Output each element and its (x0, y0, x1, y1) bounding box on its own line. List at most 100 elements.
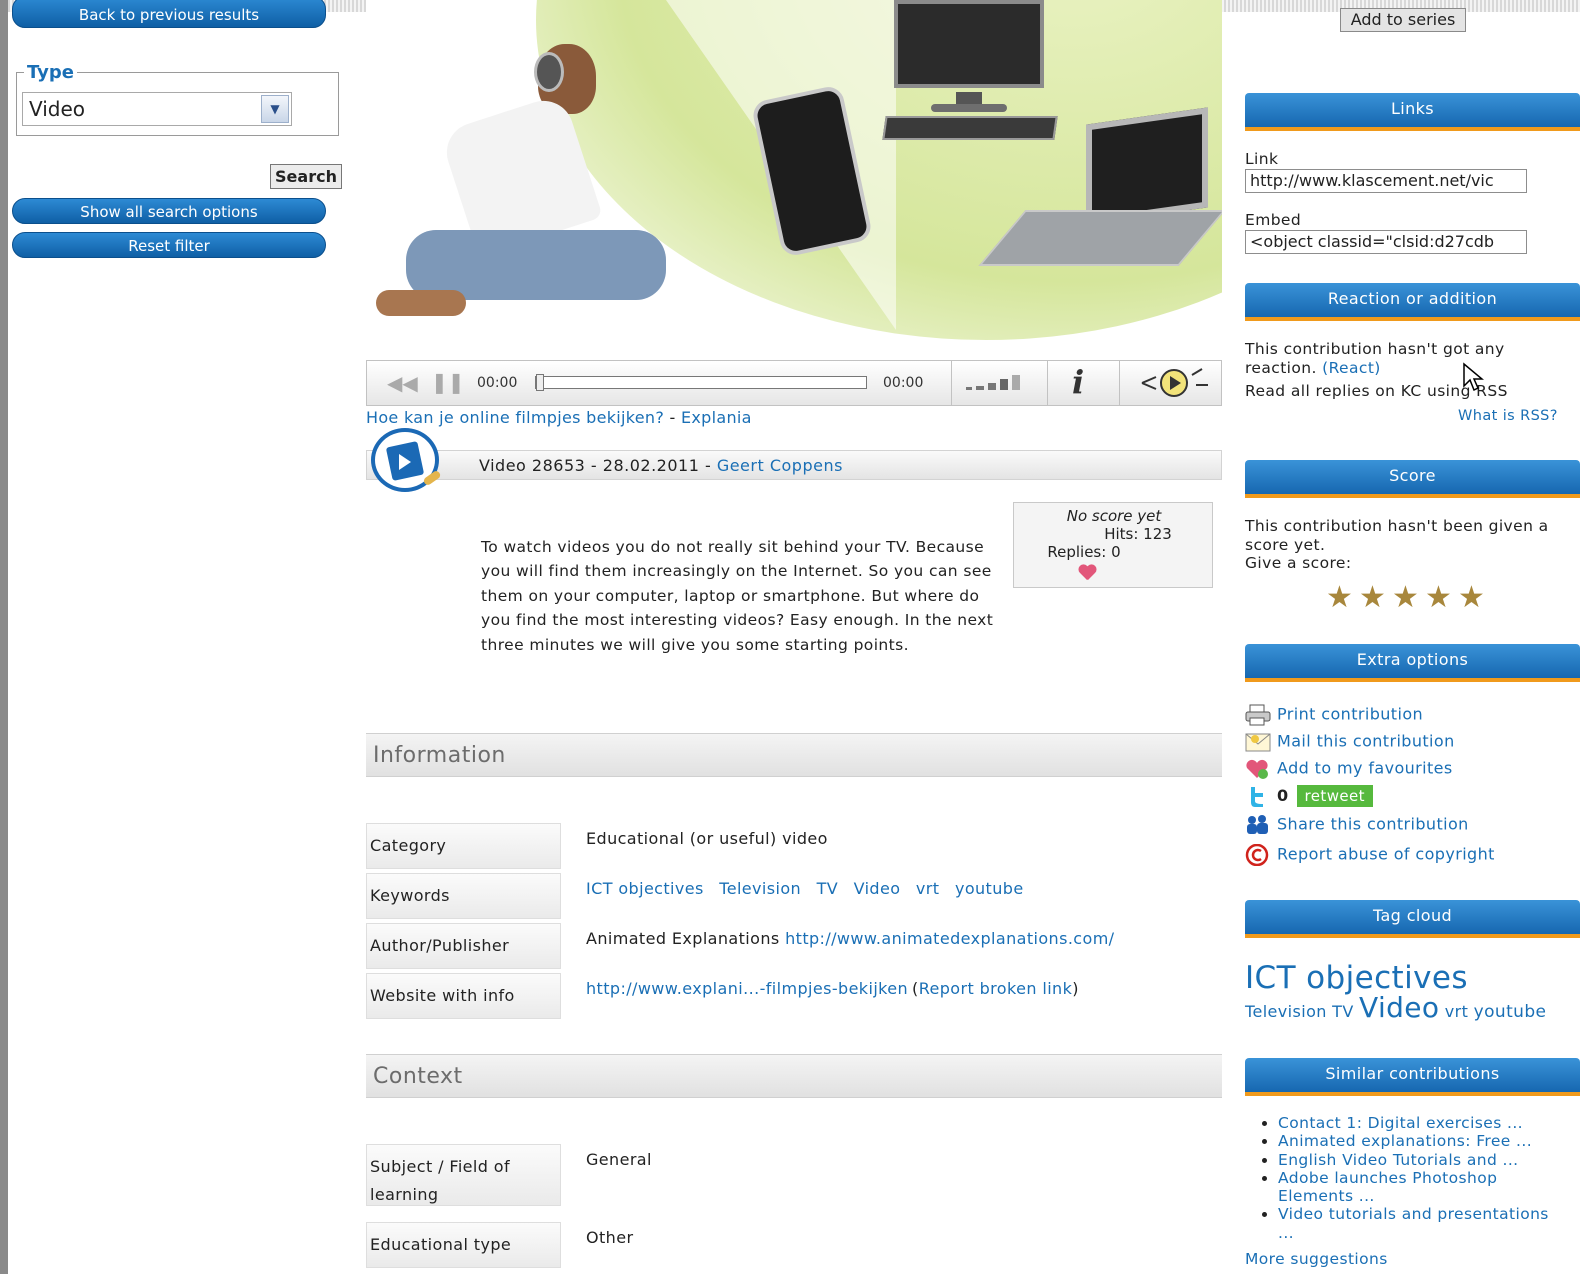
tag-cloud-heading: Tag cloud (1245, 900, 1580, 938)
tag-vrt[interactable]: vrt (1445, 1002, 1469, 1021)
add-to-series-button[interactable]: Add to series (1340, 8, 1466, 32)
educational-type-label: Educational type (366, 1222, 561, 1268)
category-value: Educational (or useful) video (586, 829, 828, 848)
heart-icon[interactable] (1078, 565, 1096, 581)
video-preview-image[interactable] (366, 0, 1222, 356)
website-url-link[interactable]: http://www.explani...-filmpjes-bekijken (586, 979, 908, 998)
category-label: Category (366, 823, 561, 869)
context-heading: Context (366, 1054, 1222, 1098)
keyword-link[interactable]: TV (817, 879, 839, 898)
embed-field[interactable]: <object classid="clsid:d27cdb (1245, 230, 1527, 254)
information-heading: Information (366, 733, 1222, 777)
share-contribution-option[interactable]: Share this contribution (1245, 814, 1469, 840)
author-publisher-label: Author/Publisher (366, 923, 561, 969)
subject-label: Subject / Field of learning (366, 1144, 561, 1206)
author-url-link[interactable]: http://www.animatedexplanations.com/ (785, 929, 1114, 948)
reaction-heading: Reaction or addition (1245, 283, 1580, 321)
educational-type-value: Other (586, 1228, 634, 1247)
subject-value: General (586, 1150, 652, 1169)
progress-handle[interactable] (536, 374, 544, 391)
keyword-link[interactable]: vrt (916, 879, 940, 898)
tag-video[interactable]: Video (1359, 991, 1439, 1024)
list-item: English Video Tutorials and ... (1278, 1151, 1568, 1169)
chevron-down-icon[interactable]: ▼ (261, 95, 289, 123)
info-icon[interactable]: i (1047, 361, 1119, 405)
keyword-link[interactable]: ICT objectives (586, 879, 704, 898)
twitter-icon[interactable] (1245, 786, 1271, 808)
mail-icon (1245, 731, 1271, 753)
website-label: Website with info (366, 973, 561, 1019)
star-icon[interactable]: ★ (1359, 580, 1386, 615)
monitor-illustration (894, 0, 1044, 88)
react-link[interactable]: (React) (1322, 359, 1381, 377)
link-field[interactable]: http://www.klascement.net/vic (1245, 169, 1527, 193)
left-border (0, 0, 8, 1274)
search-button[interactable]: Search (270, 164, 342, 189)
report-broken-link[interactable]: Report broken link (919, 979, 1073, 998)
reaction-text: This contribution hasn't got any reactio… (1245, 340, 1505, 377)
keyword-link[interactable]: Video (854, 879, 901, 898)
similar-contributions-heading: Similar contributions (1245, 1058, 1580, 1096)
similar-list: Contact 1: Digital exercises ... Animate… (1258, 1114, 1568, 1242)
star-icon[interactable]: ★ (1392, 580, 1419, 615)
popout-icon[interactable] (1119, 361, 1223, 405)
video-title: Hoe kan je online filmpjes bekijken? - E… (366, 408, 752, 427)
retweet-button[interactable]: retweet (1296, 785, 1373, 807)
give-score-label: Give a score: (1245, 554, 1352, 572)
type-select[interactable]: Video ▼ (22, 92, 292, 126)
heart-icon (1245, 758, 1271, 780)
reset-filter-button[interactable]: Reset filter (12, 232, 326, 258)
share-icon (1245, 814, 1271, 836)
replies-count: Replies: 0 (1047, 543, 1121, 561)
website-value: http://www.explani...-filmpjes-bekijken(… (586, 979, 1079, 998)
star-icon[interactable]: ★ (1326, 580, 1353, 615)
keyword-link[interactable]: Television (719, 879, 801, 898)
score-text: This contribution hasn't been given a sc… (1245, 517, 1549, 554)
video-source-link[interactable]: Explania (681, 408, 752, 427)
tweet-row: 0 retweet (1245, 785, 1373, 811)
type-select-value: Video (29, 97, 86, 121)
links-heading: Links (1245, 93, 1580, 131)
type-legend: Type (24, 62, 77, 83)
video-description: To watch videos you do not really sit be… (481, 538, 994, 654)
copyright-icon (1245, 843, 1271, 867)
pause-icon[interactable]: ❚❚ (431, 370, 465, 394)
tag-youtube[interactable]: youtube (1474, 1002, 1547, 1022)
print-contribution-option[interactable]: Print contribution (1245, 704, 1423, 730)
embed-label: Embed (1245, 211, 1302, 229)
author-publisher-value: Animated Explanations http://www.animate… (586, 929, 1115, 948)
list-item: Contact 1: Digital exercises ... (1278, 1114, 1568, 1132)
tweet-count: 0 (1277, 786, 1289, 805)
rewind-icon[interactable]: ◀◀ (387, 371, 418, 395)
back-to-results-button[interactable]: Back to previous results (12, 0, 326, 28)
mail-contribution-option[interactable]: Mail this contribution (1245, 731, 1455, 757)
tag-tv[interactable]: TV (1332, 1002, 1354, 1021)
keyboard-illustration (882, 116, 1058, 140)
list-item: Adobe launches Photoshop Elements ... (1278, 1169, 1568, 1206)
no-score-text: No score yet (1066, 507, 1162, 525)
link-label: Link (1245, 150, 1279, 168)
what-is-rss-link[interactable]: What is RSS? (1458, 407, 1558, 426)
time-elapsed: 00:00 (477, 375, 518, 391)
laptop-illustration (1086, 107, 1208, 225)
star-icon[interactable]: ★ (1425, 580, 1452, 615)
volume-icon[interactable] (951, 361, 1047, 405)
more-suggestions-link[interactable]: More suggestions (1245, 1250, 1388, 1269)
show-all-search-options-button[interactable]: Show all search options (12, 198, 326, 224)
time-total: 00:00 (883, 375, 924, 391)
video-title-link[interactable]: Hoe kan je online filmpjes bekijken? (366, 408, 664, 427)
list-item: Video tutorials and presentations ... (1278, 1205, 1568, 1242)
author-link[interactable]: Geert Coppens (717, 456, 843, 475)
add-favourites-option[interactable]: Add to my favourites (1245, 758, 1453, 784)
report-abuse-option[interactable]: Report abuse of copyright (1245, 843, 1495, 870)
extra-options-heading: Extra options (1245, 644, 1580, 682)
keywords-list: ICT objectives Television TV Video vrt y… (586, 879, 1034, 898)
video-meta-bar: Video 28653 - 28.02.2011 - Geert Coppens (366, 450, 1222, 480)
score-summary-box: No score yet Hits: 123 Replies: 0 (1013, 502, 1213, 588)
keyword-link[interactable]: youtube (955, 879, 1024, 898)
hits-count: Hits: 123 (1104, 525, 1172, 543)
tag-television[interactable]: Television (1245, 1002, 1327, 1021)
star-icon[interactable]: ★ (1458, 580, 1485, 615)
progress-slider[interactable] (535, 374, 867, 391)
list-item: Animated explanations: Free ... (1278, 1132, 1568, 1150)
